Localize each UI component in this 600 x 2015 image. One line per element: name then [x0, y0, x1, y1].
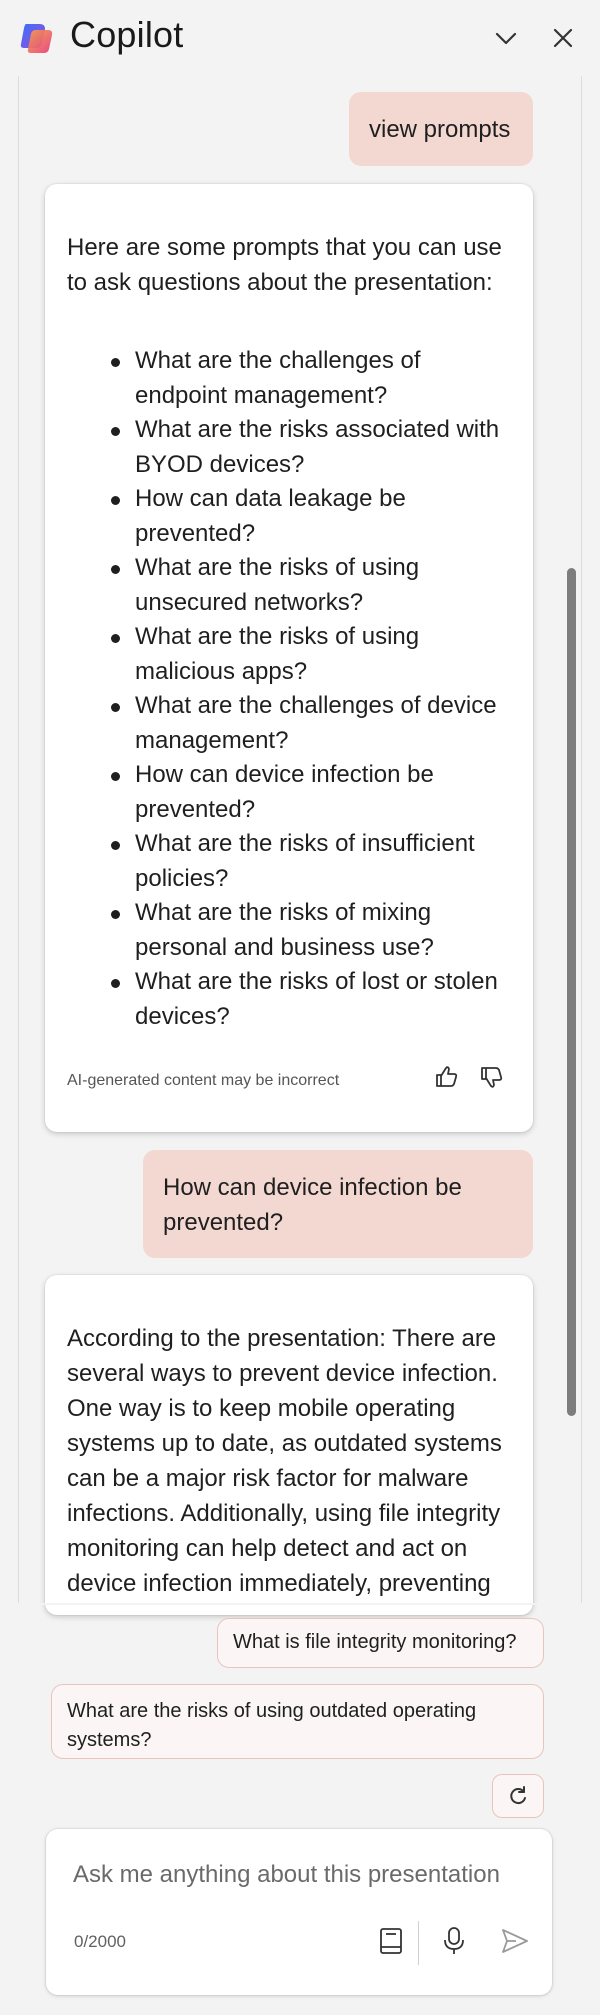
bullet-icon [111, 427, 120, 436]
send-button[interactable] [496, 1921, 534, 1961]
list-item[interactable]: What are the risks of using unsecured ne… [67, 551, 517, 620]
list-item[interactable]: What are the challenges of device manage… [67, 689, 517, 758]
bullet-icon [111, 565, 120, 574]
refresh-suggestions-button[interactable] [492, 1774, 544, 1818]
ai-disclaimer: AI-generated content may be incorrect [67, 1072, 340, 1089]
notebook-icon [380, 1928, 402, 1954]
bullet-icon [111, 703, 120, 712]
list-item[interactable]: How can data leakage be prevented? [67, 482, 517, 551]
ai-response-card: According to the presentation: There are… [45, 1275, 533, 1615]
app-header: Copilot [0, 0, 600, 76]
prompt-list: What are the challenges of endpoint mana… [67, 344, 517, 1034]
list-item[interactable]: How can device infection be prevented? [67, 758, 517, 827]
response-intro: Here are some prompts that you can use t… [67, 234, 502, 296]
divider [418, 1921, 419, 1965]
bullet-icon [111, 979, 120, 988]
list-item[interactable]: What are the risks associated with BYOD … [67, 413, 517, 482]
composer: 0/2000 [46, 1829, 552, 1995]
list-item[interactable]: What are the risks of mixing personal an… [67, 896, 517, 965]
scroll-clip-edge [18, 1603, 582, 1605]
bullet-icon [111, 358, 120, 367]
close-button[interactable] [547, 22, 579, 54]
user-message: How can device infection be prevented? [143, 1150, 533, 1258]
list-item[interactable]: What are the risks of using malicious ap… [67, 620, 517, 689]
bullet-icon [111, 496, 120, 505]
refresh-icon [510, 1786, 526, 1805]
close-icon [553, 28, 573, 48]
copilot-logo-icon [18, 18, 58, 58]
thumbs-up-button[interactable] [432, 1062, 462, 1092]
suggestion-chip[interactable]: What is file integrity monitoring? [217, 1618, 544, 1668]
char-counter: 0/2000 [74, 1932, 126, 1951]
response-text: According to the presentation: There are… [67, 1325, 502, 1597]
chevron-down-icon [495, 32, 517, 45]
app-title: Copilot [70, 14, 184, 55]
scrollbar-thumb[interactable] [567, 568, 576, 1416]
user-message: view prompts [349, 92, 533, 166]
prompt-guide-button[interactable] [372, 1921, 410, 1961]
list-item[interactable]: What are the risks of insufficient polic… [67, 827, 517, 896]
bullet-icon [111, 841, 120, 850]
thumbs-down-button[interactable] [477, 1062, 507, 1092]
send-icon [502, 1929, 528, 1953]
list-item[interactable]: What are the challenges of endpoint mana… [67, 344, 517, 413]
bullet-icon [111, 772, 120, 781]
suggestion-chip[interactable]: What are the risks of using outdated ope… [51, 1684, 544, 1759]
thumbs-down-icon [481, 1067, 503, 1088]
ai-response-card: Here are some prompts that you can use t… [45, 184, 533, 1132]
microphone-icon [444, 1927, 464, 1954]
bullet-icon [111, 910, 120, 919]
prompt-input[interactable] [73, 1855, 533, 1895]
microphone-button[interactable] [435, 1921, 473, 1961]
collapse-button[interactable] [490, 22, 522, 54]
bullet-icon [111, 634, 120, 643]
list-item[interactable]: What are the risks of lost or stolen dev… [67, 965, 517, 1034]
thumbs-up-icon [436, 1066, 458, 1087]
